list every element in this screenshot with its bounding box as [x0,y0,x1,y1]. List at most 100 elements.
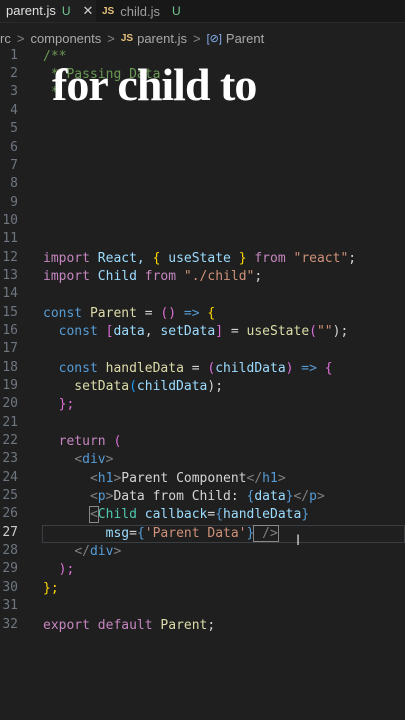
brace-token: { [324,361,333,376]
tag-name: div [89,544,114,559]
tag-name: p [97,489,106,504]
punctuation-token: , [144,324,161,339]
tag-bracket: /> [253,525,279,542]
tag-bracket: < [89,471,98,486]
line-number: 17 [2,341,18,356]
identifier-token: data [254,489,286,504]
line-number: 4 [10,103,18,118]
code-line-23: <div> [0,451,405,469]
operator-token: = [223,324,247,339]
line-number: 5 [10,121,18,136]
brace-token: }; [43,397,75,412]
identifier-token: Parent [152,618,208,633]
attribute-name: callback [136,507,208,522]
keyword-token: from [136,269,184,284]
code-line-16: const [data, setData] = useState(""); [0,323,405,341]
keyword-token: default [89,618,153,633]
close-icon[interactable]: ✕ [83,3,94,19]
untracked-badge: U [61,3,71,18]
breadcrumb-item-file[interactable]: parent.js [137,31,187,46]
brace-token: { [215,507,224,522]
untracked-badge: U [171,4,181,18]
identifier-token: React, [89,251,153,266]
tag-bracket: > [105,452,114,467]
identifier-token: handleData [97,361,184,376]
tag-bracket: > [113,544,122,559]
code-line-15: const Parent = () => { [0,305,405,323]
identifier-token: handleData [223,507,302,522]
editor-tab-bar: parent.js U ✕ JS child.js U [0,0,405,23]
keyword-token: export [43,618,90,633]
parent-tab-label: parent.js [6,3,56,18]
chevron-right-icon: > [192,30,201,46]
tag-bracket: </ [74,544,90,559]
paren-token: ( [129,379,137,394]
tag-name: h1 [262,471,278,486]
operator-token: = [183,361,208,376]
tag-bracket: </ [293,489,310,504]
arrow-token: => [176,306,208,321]
tag-bracket: > [277,471,286,486]
code-line-24: <h1>Parent Component</h1> [0,470,405,488]
identifier-token: childData [136,379,208,394]
tag-bracket: < [89,489,98,504]
identifier-token: setData [160,324,216,339]
code-line-20: }; [0,396,405,414]
breadcrumb: rc > components > JS parent.js > [⊘] Par… [0,28,264,48]
chevron-right-icon: > [107,30,115,46]
line-number: 7 [10,158,18,173]
tab-child-js[interactable]: JS child.js U [96,0,196,22]
tag-bracket: > [316,489,325,504]
code-line-28: </div> [0,543,405,561]
function-token: setData [43,379,130,394]
identifier-token: Parent [82,306,137,321]
text-caret [277,526,279,541]
punctuation-token: ); [332,324,349,339]
line-number: 11 [2,231,18,246]
js-file-icon: JS [102,5,115,17]
tag-bracket: < [88,506,99,523]
attribute-name: msg [105,526,130,541]
punctuation-token: ); [207,379,224,394]
keyword-token: const [43,361,98,376]
operator-token: = [136,306,161,321]
paren-token: ( [105,434,122,449]
breadcrumb-item-src[interactable]: rc [0,31,11,46]
arrow-token: => [293,361,325,376]
paren-token: () [160,306,177,321]
string-token: 'Parent Data' [144,526,247,541]
text-cursor-icon: I [296,533,301,549]
function-token: useState [246,324,310,339]
keyword-token: const [43,324,98,339]
tag-name: h1 [97,471,114,486]
breadcrumb-item-symbol[interactable]: Parent [226,31,264,46]
component-name: Child [97,507,137,522]
line-number: 9 [10,195,18,210]
brace-token: } [301,507,310,522]
js-file-icon: JS [120,32,134,44]
code-line-12: import React, { useState } from "react"; [0,250,405,268]
string-token: "./child" [183,269,255,284]
code-editor[interactable]: 1 2 3 4 5 6 7 8 9 10 11 12 13 14 15 16 1… [0,48,405,720]
tab-parent-js[interactable]: parent.js U ✕ [0,0,96,22]
tag-bracket: </ [246,471,263,486]
child-tab-label: child.js [120,3,160,19]
identifier-token: useState [160,251,239,266]
video-caption-overlay: for child to [52,59,257,110]
code-line-32: export default Parent; [0,617,405,635]
tag-name: p [309,489,317,504]
identifier-token: Child [89,269,137,284]
punctuation-token: ; [207,618,216,633]
line-number: 8 [10,176,18,191]
keyword-token: return [43,434,106,449]
code-line-26: <Child callback={handleData} [0,506,405,524]
code-line-27-current: msg={'Parent Data'} /> [0,525,405,543]
operator-token: = [129,526,137,541]
breadcrumb-item-components[interactable]: components [30,31,101,46]
